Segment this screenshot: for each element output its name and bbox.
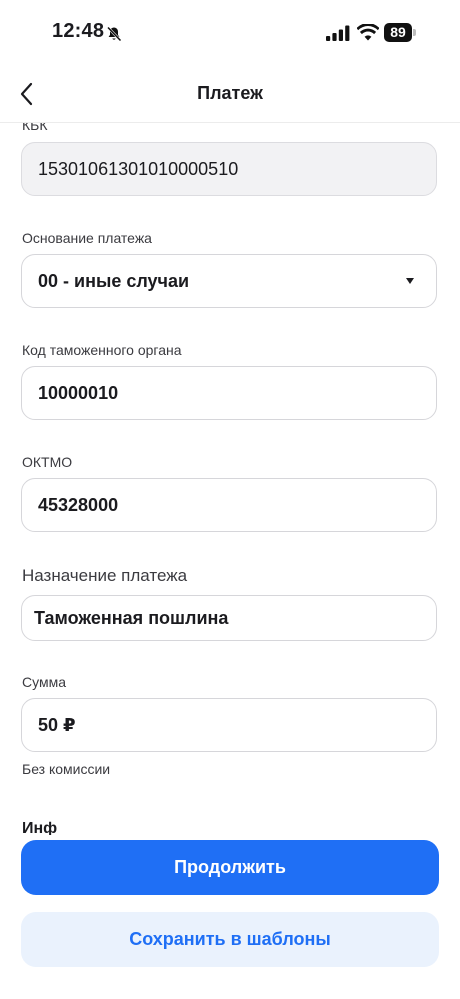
signal-icon (326, 25, 350, 41)
payment-screen: 12:48 89 Платеж КБК 15301061301010000510… (0, 0, 460, 999)
customs-code-label: Код таможенного органа (22, 342, 182, 358)
payment-basis-value: 00 - иные случаи (38, 270, 190, 291)
kbk-value: 15301061301010000510 (38, 158, 239, 179)
commission-hint: Без комиссии (22, 761, 111, 777)
battery-icon: 89 (384, 23, 416, 42)
nav-bar: Платеж (0, 66, 460, 123)
oktmo-value: 45328000 (38, 494, 119, 515)
customs-code-value: 10000010 (38, 382, 119, 403)
continue-button[interactable]: Продолжить (21, 840, 439, 895)
amount-label: Сумма (22, 674, 66, 690)
bell-off-icon (107, 26, 122, 42)
kbk-field: 15301061301010000510 (21, 142, 437, 196)
purpose-value: Таможенная пошлина (34, 607, 229, 628)
page-title: Платеж (197, 83, 263, 103)
save-template-button[interactable]: Сохранить в шаблоны (21, 912, 439, 967)
amount-value: 50 ₽ (38, 714, 76, 735)
battery-level: 89 (384, 23, 412, 42)
customs-code-field[interactable]: 10000010 (21, 366, 437, 420)
dropdown-arrow-icon (406, 278, 414, 284)
amount-field[interactable]: 50 ₽ (21, 698, 437, 752)
kbk-label: КБК (22, 123, 48, 133)
wifi-icon (357, 24, 379, 41)
oktmo-field[interactable]: 45328000 (21, 478, 437, 532)
purpose-label: Назначение платежа (22, 566, 188, 585)
status-time: 12:48 (52, 20, 105, 42)
info-section-label: Инф (22, 820, 58, 835)
payment-basis-label: Основание платежа (22, 230, 152, 246)
payment-form: КБК 15301061301010000510 Основание плате… (0, 123, 460, 835)
status-bar: 12:48 89 (0, 0, 460, 66)
oktmo-label: ОКТМО (22, 454, 73, 470)
payment-basis-select[interactable]: 00 - иные случаи (21, 254, 437, 308)
purpose-field[interactable]: Таможенная пошлина (21, 595, 437, 641)
